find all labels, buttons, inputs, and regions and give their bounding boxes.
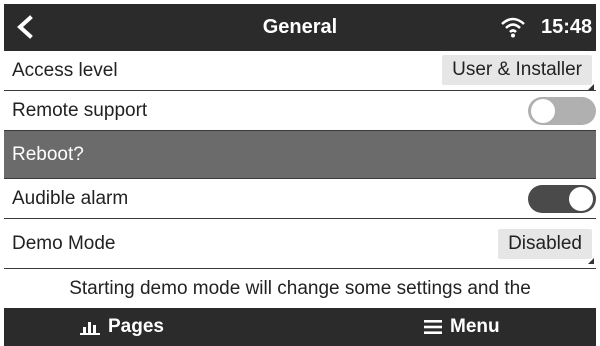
reboot-label: Reboot? (12, 144, 84, 165)
audible-alarm-toggle[interactable] (528, 185, 596, 213)
audible-alarm-label: Audible alarm (12, 188, 129, 209)
back-button[interactable] (8, 10, 42, 44)
menu-button[interactable]: Menu (424, 308, 500, 346)
demo-mode-value: Disabled (508, 233, 582, 254)
corner-indicator-icon (588, 84, 594, 90)
device-screen: General 15:48 Access level User & Instal… (0, 0, 600, 346)
toggle-knob (569, 187, 593, 211)
row-access-level: Access level User & Installer (4, 51, 596, 91)
wifi-icon (501, 17, 525, 38)
pages-label: Pages (108, 316, 164, 337)
bar-chart-icon (80, 322, 100, 335)
pages-button[interactable]: Pages (80, 308, 164, 346)
remote-support-toggle[interactable] (528, 97, 596, 125)
clock: 15:48 (541, 16, 593, 38)
access-level-label: Access level (12, 60, 118, 81)
row-demo-mode: Demo Mode Disabled (4, 219, 596, 269)
toggle-knob (531, 99, 555, 123)
demo-mode-info-text: Starting demo mode will change some sett… (4, 270, 596, 308)
row-remote-support: Remote support (4, 91, 596, 131)
menu-label: Menu (450, 316, 500, 337)
access-level-value: User & Installer (452, 59, 582, 80)
row-audible-alarm: Audible alarm (4, 179, 596, 219)
header-bar: General 15:48 (4, 4, 596, 51)
demo-mode-label: Demo Mode (12, 233, 116, 254)
remote-support-label: Remote support (12, 100, 148, 121)
access-level-button[interactable]: User & Installer (442, 55, 594, 90)
back-chevron-icon (17, 15, 33, 39)
hamburger-menu-icon (424, 320, 442, 334)
corner-indicator-icon (588, 258, 594, 264)
row-reboot[interactable]: Reboot? (4, 131, 596, 179)
demo-mode-button[interactable]: Disabled (498, 229, 594, 264)
footer-bar: Pages Menu (4, 308, 596, 346)
